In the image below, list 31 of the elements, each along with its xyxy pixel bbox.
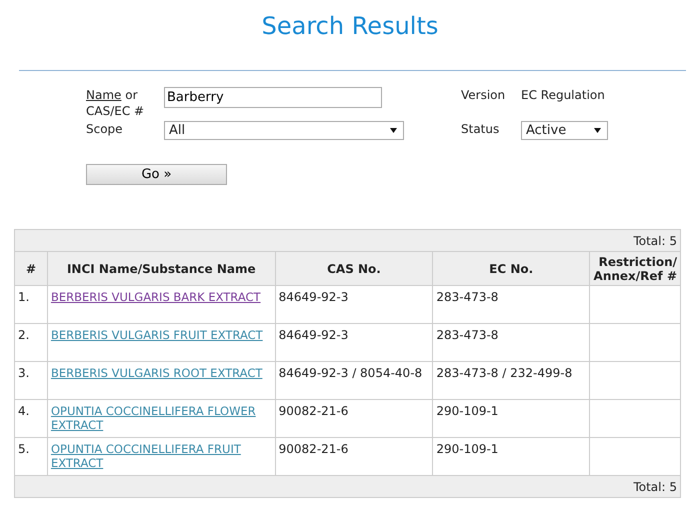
scope-dropdown[interactable]: All (164, 121, 404, 140)
cas-number-cell: 84649-92-3 / 8054-40-8 (275, 362, 433, 400)
status-label: Status (461, 121, 500, 137)
dropdown-caret-icon (594, 128, 601, 133)
ec-number-cell: 283-473-8 (432, 286, 590, 324)
row-number: 1. (14, 286, 48, 324)
ec-number-cell: 283-473-8 / 232-499-8 (432, 362, 590, 400)
cas-number-cell: 90082-21-6 (275, 400, 433, 438)
cas-number-cell: 84649-92-3 (275, 286, 433, 324)
cas-number-cell: 84649-92-3 (275, 324, 433, 362)
ec-number-cell: 290-109-1 (432, 400, 590, 438)
column-header: CAS No. (275, 252, 433, 286)
total-count: Total: 5 (14, 476, 680, 498)
row-number: 3. (14, 362, 48, 400)
dropdown-caret-icon (390, 128, 397, 133)
column-header: Restriction/ Annex/Ref # (589, 252, 680, 286)
name-field-label: Name or CAS/EC # (86, 87, 146, 119)
column-header: INCI Name/Substance Name (47, 252, 276, 286)
page-title: Search Results (260, 11, 440, 42)
status-dropdown[interactable]: Active (521, 121, 608, 140)
column-header: EC No. (432, 252, 590, 286)
row-number: 4. (14, 400, 48, 438)
ec-number-cell: 283-473-8 (432, 324, 590, 362)
go-button[interactable]: Go » (86, 164, 227, 185)
scope-label: Scope (86, 121, 124, 137)
column-header: # (14, 252, 48, 286)
row-number: 2. (14, 324, 48, 362)
version-label: Version (461, 87, 506, 103)
name-input-field[interactable]: Barberry (164, 87, 382, 108)
total-count: Total: 5 (14, 230, 680, 252)
version-value: EC Regulation (521, 87, 606, 103)
